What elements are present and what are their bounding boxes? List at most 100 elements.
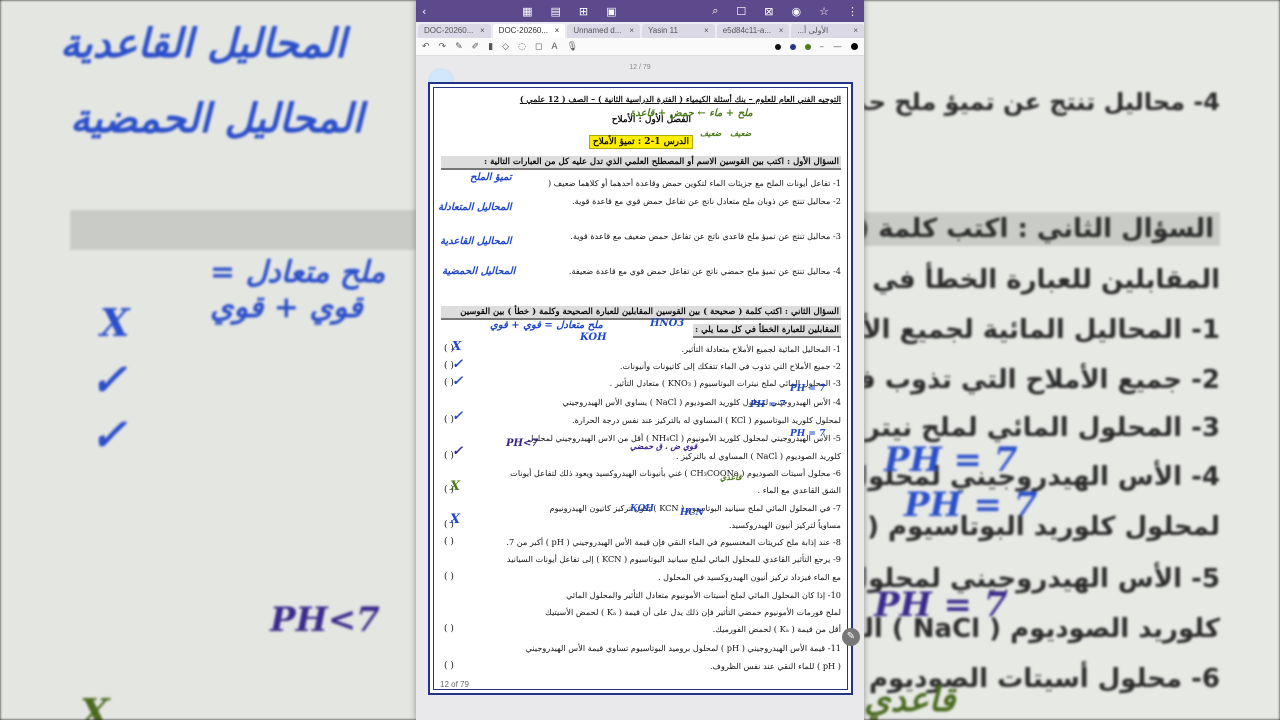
bg-question-band	[70, 210, 416, 250]
annotation-hno3: HNO3	[650, 318, 685, 329]
pen-color-navy-swatch[interactable]	[789, 43, 796, 50]
q2-item-6b: الشق القاعدي مع الماء .	[757, 485, 841, 495]
q1-item-3: 3- محاليل تنتج عن تميؤ ملح قاعدي ناتج عن…	[570, 231, 841, 241]
tab-doc-1[interactable]: DOC-20260... ×	[418, 24, 491, 38]
add-page-icon[interactable]: ⊞	[579, 5, 588, 18]
save-icon[interactable]: ▣	[606, 5, 616, 18]
tab-doc-6[interactable]: ...الأولى أ ×	[791, 24, 864, 38]
microphone-icon[interactable]: 🎙	[567, 42, 578, 52]
answer-paren[interactable]: ( )	[444, 661, 454, 671]
close-icon[interactable]: ×	[555, 26, 560, 36]
tab-doc-4[interactable]: Yasin 11 ×	[642, 24, 715, 38]
eye-icon[interactable]: ◉	[792, 5, 802, 18]
list-view-icon[interactable]: ▤	[551, 5, 561, 18]
annotation-ph-7-b: PH = 7	[750, 400, 786, 410]
answer-check-mark: ✓	[452, 374, 463, 389]
q2-item-9a: 9- يرجع التأثير القاعدي للمحلول المائي ل…	[506, 554, 841, 564]
bg-row-5: 2- جميع الأملاح التي تذوب في الماء تتفكك…	[864, 365, 1220, 395]
question-2-title-2: المقابلين للعبارة الخطأ في كل مما يلي :	[693, 324, 841, 338]
answer-paren[interactable]: ( )	[444, 572, 454, 582]
q2-item-11a: 11- قيمة الأس الهيدروجيني ( pH ) لمحلول …	[525, 643, 841, 653]
pen-color-black-swatch[interactable]	[774, 43, 781, 50]
stroke-thin-icon[interactable]: –	[820, 42, 825, 52]
annotation-koh-2: KOH	[630, 504, 654, 514]
annotation-hydrolysis-equation: ملح + ماء ← حمض + قاعدة	[630, 108, 753, 119]
bg-annotation-acidic-solutions: المحاليل الحمضية	[70, 95, 364, 142]
bg-row-6: 3- المحلول المائي لملح نيترات البوتاسيوم…	[864, 413, 1220, 443]
q2-item-11b: ( pH ) للماء النقي عند نفس الظروف.	[709, 661, 841, 671]
q2-item-10b: لملح فورمات الأمونيوم حمضي التأثير فإن ذ…	[545, 607, 841, 617]
q2-item-5b: كلوريد الصوديوم ( NaCl ) المساوي له بالت…	[675, 451, 841, 461]
annotation-neutral-salt: ملح متعادل = قوي + قوي	[490, 320, 603, 331]
stroke-medium-icon[interactable]: —	[833, 42, 842, 52]
lesson-title: الدرس 1-2 : تميؤ الأملاح	[588, 135, 693, 149]
tab-doc-3[interactable]: Unnamed d... ×	[567, 24, 641, 38]
answer-check-mark: ✓	[452, 444, 463, 459]
bg-check-2: ✓	[90, 410, 127, 461]
answer-paren[interactable]: ( )	[444, 537, 454, 547]
pen-icon[interactable]: ✎	[455, 42, 463, 52]
pen-color-selected-swatch[interactable]	[851, 43, 858, 50]
annotation-toolbar: ↶ ↷ ✎ ✐ ▮ ◇ ◌ ◻ A 🎙 – —	[416, 38, 864, 56]
close-icon[interactable]: ×	[629, 26, 634, 36]
star-icon[interactable]: ☆	[819, 5, 829, 18]
more-icon[interactable]: ⋮	[847, 5, 858, 18]
bg-row-3: المقابلين للعبارة الخطأ في كل مما يلي :	[864, 265, 1220, 295]
close-icon[interactable]: ×	[779, 26, 784, 36]
bg-annotation-neutral-salt: ملح متعادل = قوي + قوي	[210, 255, 386, 325]
tab-doc-5[interactable]: e5d84c11-a... ×	[716, 24, 790, 38]
answer-check-mark: ✓	[452, 357, 463, 372]
shape-icon[interactable]: ◻	[535, 42, 542, 52]
tab-doc-2[interactable]: DOC-20260... ×	[492, 24, 566, 38]
annotation-hcn: HCN	[680, 508, 704, 518]
page-content: التوجيه الفني العام للعلوم – بنك أسئلة ا…	[430, 84, 851, 693]
annotation-ph-7-c: PH = 7	[790, 429, 826, 439]
answer-x-mark-green: X	[450, 479, 461, 494]
bg-annotation-basic-solutions: المحاليل القاعدية	[60, 20, 347, 67]
background-left-panel: المحاليل القاعدية المحاليل الحمضية ملح م…	[0, 0, 416, 720]
document-page[interactable]: التوجيه الفني العام للعلوم – بنك أسئلة ا…	[428, 82, 853, 695]
q1-item-1: 1- تفاعل أيونات الملح مع جزيئات الماء لت…	[548, 178, 841, 188]
q2-item-10c: أقل من قيمة ( Kₐ ) لحمض الفورميك.	[712, 624, 841, 634]
page-viewer[interactable]: 12 / 79 التوجيه الفني العام للعلوم – بنك…	[416, 56, 864, 720]
annotation-answer-hydrolysis: تميؤ الملح	[470, 172, 512, 183]
share-icon[interactable]: ⊠	[764, 5, 773, 18]
grid-view-icon[interactable]: ▦	[522, 5, 532, 18]
bg-ph7-a: PH = 7	[884, 440, 1018, 480]
annotation-weak-1: ضعيف	[730, 128, 752, 138]
redo-icon[interactable]: ↷	[439, 42, 447, 52]
edit-pen-icon[interactable]: ✎	[842, 628, 860, 646]
top-bar: ‹ ▦ ▤ ⊞ ▣ ⌕ ☐ ⊠ ◉ ☆ ⋮	[416, 0, 864, 22]
bg-row-2: السؤال الثاني : اكتب كلمة ( صحيحة ) بين …	[864, 212, 1220, 246]
background-right-panel: 4- محاليل تنتج عن تميؤ ملح حمضي ناتج عن …	[864, 0, 1280, 720]
document-tabs: DOC-20260... × DOC-20260... × Unnamed d...…	[416, 22, 864, 38]
q2-item-4b: لمحلول كلوريد البوتاسيوم ( KCl ) المساوي…	[572, 415, 841, 425]
pdf-viewer-app: ‹ ▦ ▤ ⊞ ▣ ⌕ ☐ ⊠ ◉ ☆ ⋮ DOC-20260... × DOC-…	[416, 0, 864, 720]
search-icon[interactable]: ⌕	[712, 4, 718, 18]
text-tool-icon[interactable]: A	[551, 42, 557, 52]
page-indicator: 12 / 79	[629, 64, 651, 71]
highlighter-icon[interactable]: ▮	[488, 42, 493, 52]
question-1-title: السؤال الأول : اكتب بين القوسين الاسم أو…	[441, 156, 841, 170]
annotation-ph-less-7: PH<7	[506, 438, 539, 449]
lasso-icon[interactable]: ◌	[518, 42, 526, 52]
annotation-answer-basic: المحاليل القاعدية	[440, 236, 512, 247]
question-2-title-1: السؤال الثاني : اكتب كلمة ( صحيحة ) بين …	[441, 306, 841, 320]
bg-x-green: X	[80, 690, 110, 720]
bookmark-icon[interactable]: ☐	[736, 5, 746, 18]
pencil-icon[interactable]: ✐	[472, 42, 480, 52]
bg-x-mark: X	[100, 300, 130, 345]
q2-item-9b: مع الماء فيزداد تركيز أنيون الهيدروكسيد …	[657, 572, 841, 582]
eraser-icon[interactable]: ◇	[502, 42, 509, 52]
close-icon[interactable]: ×	[704, 26, 709, 36]
close-icon[interactable]: ×	[480, 26, 485, 36]
close-icon[interactable]: ×	[853, 26, 858, 36]
pen-color-green-swatch[interactable]	[804, 43, 811, 50]
undo-icon[interactable]: ↶	[422, 42, 430, 52]
answer-paren[interactable]: ( )	[444, 624, 454, 634]
q2-item-1: 1- المحاليل المائية لجميع الأملاح متعادل…	[681, 344, 841, 354]
bg-annotation-ph-less-7: PH<7	[270, 600, 380, 640]
annotation-weak-2: ضعيف	[700, 128, 722, 138]
q2-item-7b: مساوياً لتركيز أنيون الهيدروكسيد.	[728, 520, 841, 530]
back-icon[interactable]: ‹	[422, 5, 426, 18]
